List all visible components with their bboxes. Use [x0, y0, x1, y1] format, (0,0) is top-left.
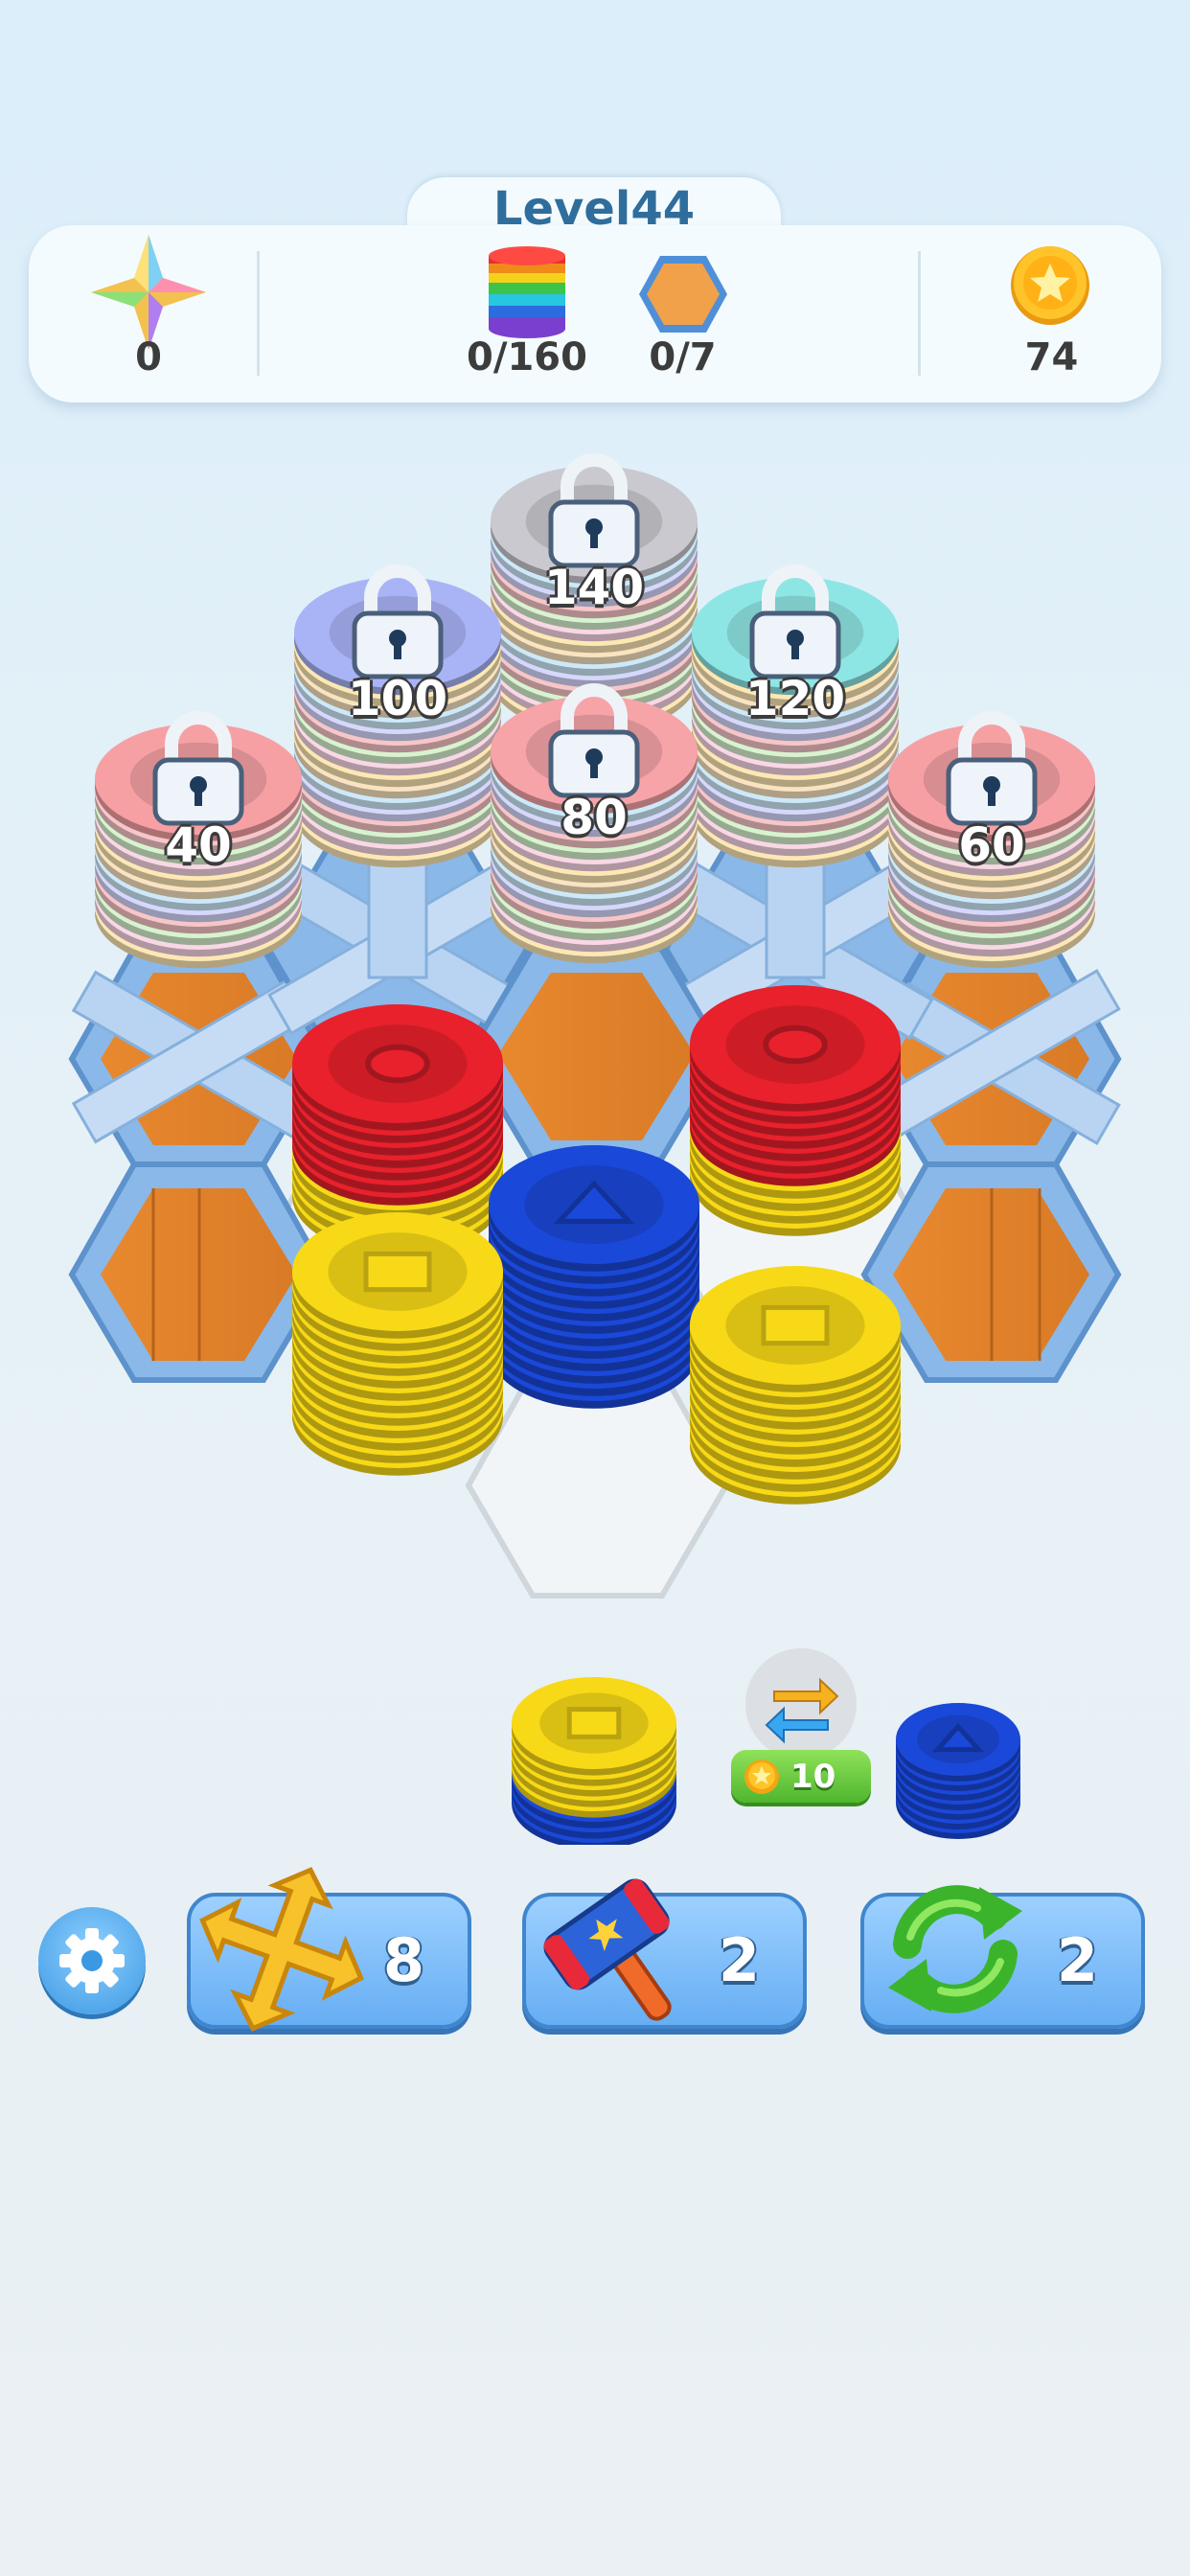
gear-icon [59, 1928, 125, 1993]
lock-count: 100 [347, 671, 448, 726]
queue-stack-blue[interactable] [886, 1682, 1030, 1845]
swap-cost-value: 10 [790, 1758, 836, 1796]
lock-count: 80 [561, 790, 628, 845]
divider [918, 251, 921, 376]
wood-hex-cell [68, 1162, 330, 1383]
red-disc-stack[interactable] [690, 985, 901, 1236]
queue-disc-stack[interactable] [896, 1703, 1020, 1839]
yellow-disc-stack[interactable] [690, 1266, 901, 1505]
game-board [68, 453, 1122, 1598]
swap-cost-badge[interactable]: 10 [731, 1750, 871, 1803]
queue-disc-stack[interactable] [512, 1677, 676, 1845]
coin-icon [744, 1760, 779, 1794]
refresh-icon [888, 1885, 1022, 2013]
shuffle-booster-button[interactable]: 2 [860, 1885, 1145, 2029]
hex-tile-icon [639, 256, 727, 333]
lock-count: 120 [744, 671, 846, 726]
queue-stack-yellow-blue[interactable] [498, 1644, 690, 1845]
hammer-booster-count: 2 [718, 1925, 760, 1995]
move-booster-button[interactable]: 8 [187, 1867, 471, 2032]
blue-disc-stack[interactable] [489, 1145, 699, 1409]
disc-stack-icon [489, 246, 565, 338]
shuffle-booster-count: 2 [1056, 1925, 1098, 1995]
move-booster-count: 8 [382, 1925, 424, 1995]
hammer-icon [543, 1878, 672, 2021]
hammer-booster-button[interactable]: 2 [522, 1878, 807, 2029]
swap-arrows-icon [765, 1677, 839, 1744]
lock-count: 40 [165, 817, 232, 873]
settings-button[interactable] [38, 1907, 146, 2014]
divider [257, 251, 260, 376]
level-title: Level44 [492, 182, 696, 236]
lock-count: 60 [958, 817, 1025, 873]
cross-arrows-icon [199, 1867, 364, 2032]
swap-button[interactable] [745, 1648, 857, 1760]
coin-icon [1011, 246, 1089, 325]
yellow-disc-stack[interactable] [292, 1212, 503, 1476]
lock-count: 140 [543, 560, 645, 615]
